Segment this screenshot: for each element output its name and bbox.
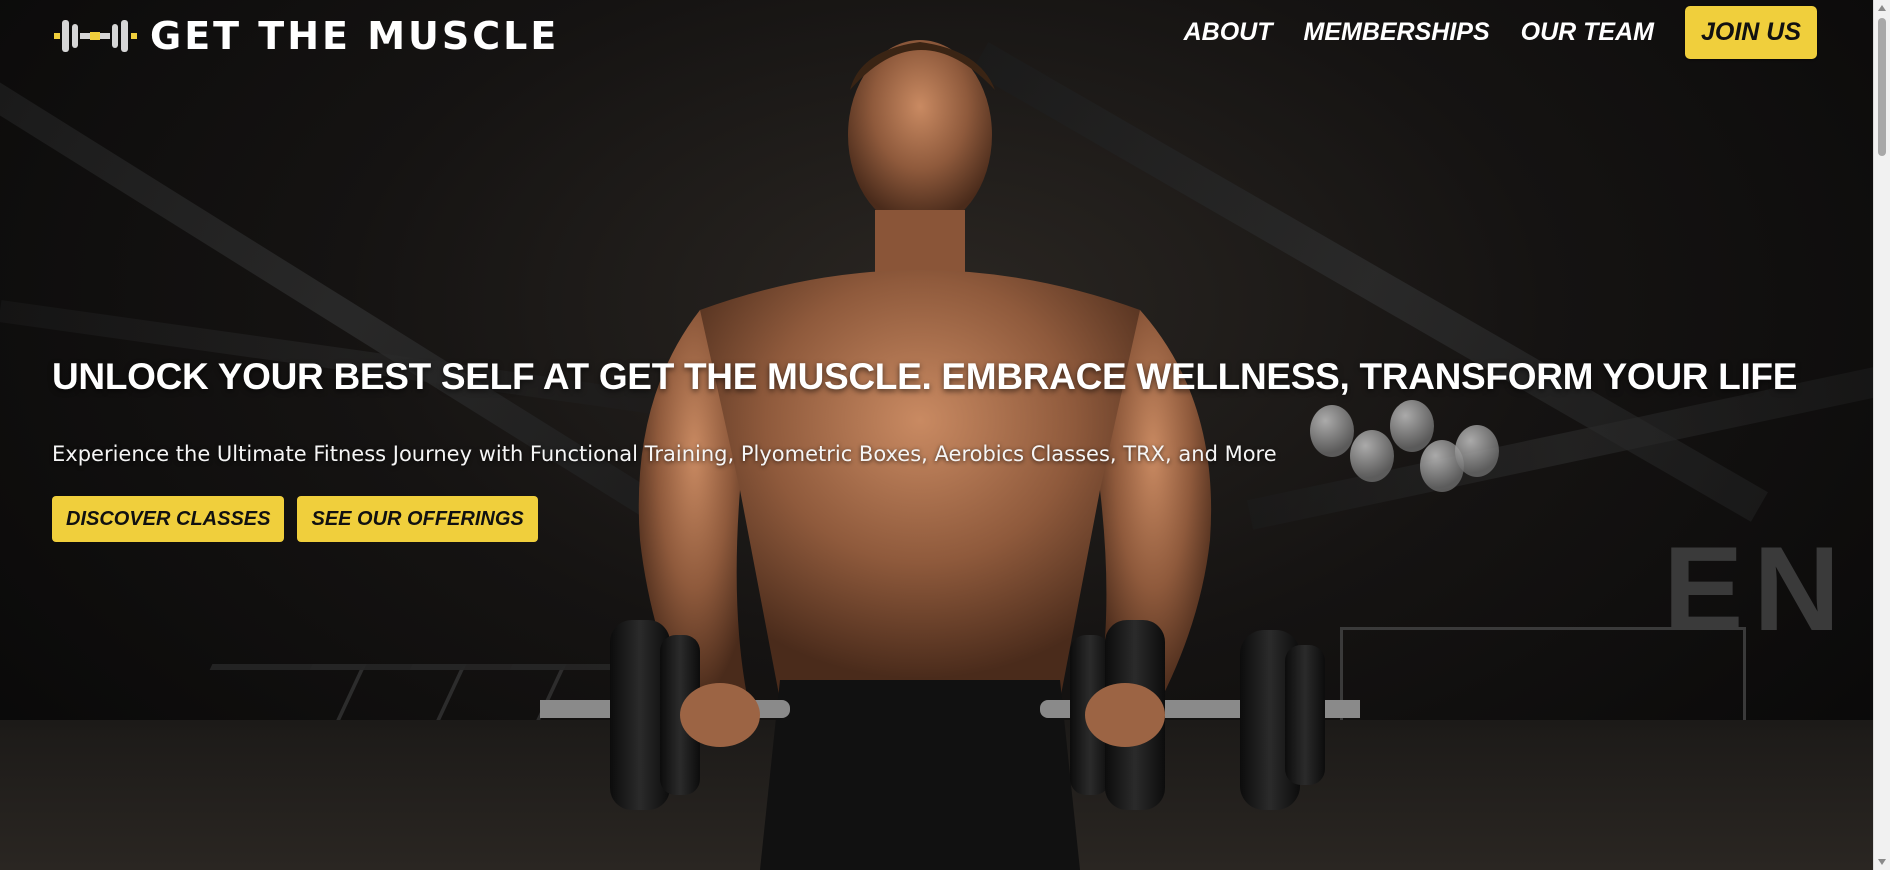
scroll-up-arrow-icon[interactable] [1874, 0, 1890, 16]
nav-our-team-link[interactable]: OUR TEAM [1521, 18, 1654, 47]
hero-subtitle: Experience the Ultimate Fitness Journey … [52, 442, 1277, 466]
page-scrollbar[interactable] [1873, 0, 1890, 870]
landing-page: EN GET THE MUSCLE ABOUT MEMBERSHIPS OUR … [0, 0, 1890, 870]
main-nav: ABOUT MEMBERSHIPS OUR TEAM JOIN US [1184, 6, 1890, 59]
see-our-offerings-button[interactable]: SEE OUR OFFERINGS [297, 496, 538, 542]
site-header: GET THE MUSCLE ABOUT MEMBERSHIPS OUR TEA… [0, 0, 1890, 70]
hero-headline: UNLOCK YOUR BEST SELF AT GET THE MUSCLE.… [52, 356, 1798, 397]
nav-memberships-link[interactable]: MEMBERSHIPS [1304, 18, 1490, 47]
hero-cta-group: DISCOVER CLASSES SEE OUR OFFERINGS [52, 496, 538, 542]
nav-about-link[interactable]: ABOUT [1184, 18, 1273, 47]
brand-logo[interactable]: GET THE MUSCLE [52, 14, 559, 58]
scroll-down-arrow-icon[interactable] [1874, 854, 1890, 870]
dumbbell-icon [54, 20, 137, 52]
scrollbar-thumb[interactable] [1878, 18, 1886, 156]
discover-classes-button[interactable]: DISCOVER CLASSES [52, 496, 285, 542]
join-us-button[interactable]: JOIN US [1684, 6, 1817, 59]
brand-name: GET THE MUSCLE [150, 14, 560, 58]
